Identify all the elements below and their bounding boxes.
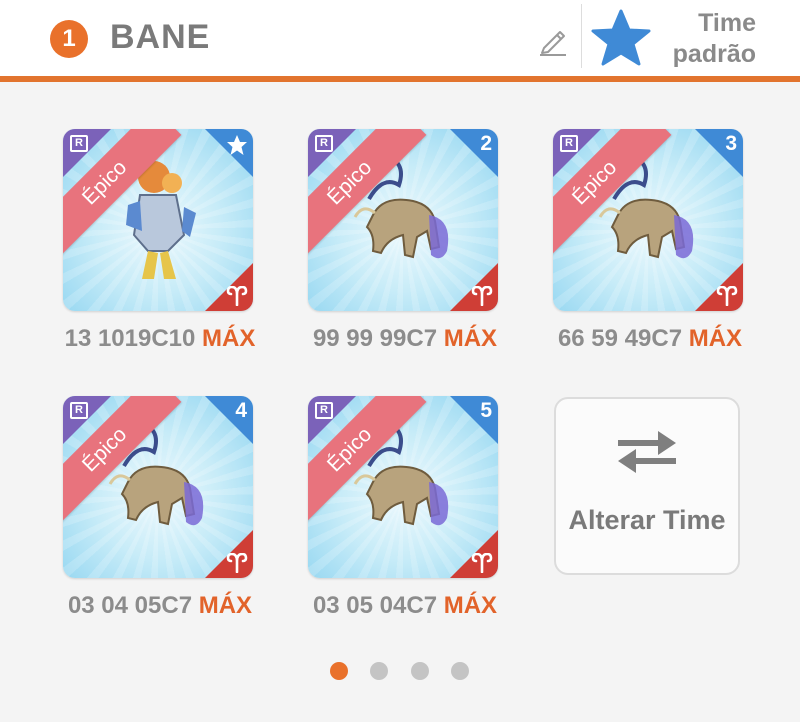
default-team-label[interactable]: Time padrão (673, 8, 756, 70)
rare-r-icon: R (315, 135, 333, 152)
default-team-label-line-2: padrão (672, 40, 756, 68)
slot-number: 2 (480, 132, 492, 155)
monster-card[interactable]: Épico R 5 (308, 396, 498, 578)
aries-element-icon (226, 553, 248, 573)
rare-r-icon: R (315, 402, 333, 419)
slot-number: 3 (725, 132, 737, 155)
default-team-star-icon[interactable] (590, 8, 652, 70)
rare-r-icon: R (70, 402, 88, 419)
switch-team-label: Alterar Time (568, 505, 726, 535)
header-divider (581, 4, 582, 68)
page-dot-1[interactable] (330, 662, 348, 680)
slot-number: 5 (480, 399, 492, 422)
monster-card[interactable]: Épico R 4 (63, 396, 253, 578)
team-header: 1 BANE Time padrão (0, 0, 800, 82)
default-team-label-line-1: Time (698, 9, 756, 37)
monster-levels: 03 04 05C7 MÁX (50, 592, 270, 620)
aries-element-icon (226, 286, 248, 306)
level-values: 66 59 49C7 (557, 325, 683, 352)
monster-levels: 13 1019C10 MÁX (50, 325, 270, 353)
aries-element-icon (716, 286, 738, 306)
monster-levels: 99 99 99C7 MÁX (295, 325, 515, 353)
level-values: 13 1019C10 (64, 325, 196, 352)
leader-star-icon (227, 135, 247, 155)
pencil-icon[interactable] (536, 22, 572, 58)
level-values: 03 05 04C7 (312, 592, 438, 619)
monster-card[interactable]: Épico R (63, 129, 253, 311)
level-values: 99 99 99C7 (312, 325, 438, 352)
monster-levels: 03 05 04C7 MÁX (295, 592, 515, 620)
monster-levels: 66 59 49C7 MÁX (540, 325, 760, 353)
page-dot-3[interactable] (411, 662, 429, 680)
page-indicator (330, 662, 470, 682)
page-dot-4[interactable] (451, 662, 469, 680)
aries-element-icon (471, 553, 493, 573)
max-label: MÁX (688, 325, 743, 352)
rare-r-icon: R (560, 135, 578, 152)
aries-element-icon (471, 286, 493, 306)
max-label: MÁX (443, 325, 498, 352)
monster-card[interactable]: Épico R 2 (308, 129, 498, 311)
rare-r-icon: R (70, 135, 88, 152)
monster-card[interactable]: Épico R 3 (553, 129, 743, 311)
team-number-badge: 1 (50, 20, 88, 58)
page-dot-2[interactable] (370, 662, 388, 680)
max-label: MÁX (198, 592, 253, 619)
max-label: MÁX (202, 325, 256, 352)
team-name: BANE (110, 18, 211, 56)
level-values: 03 04 05C7 (67, 592, 193, 619)
switch-team-button[interactable]: Alterar Time (554, 397, 740, 575)
swap-arrows-icon (618, 431, 676, 473)
max-label: MÁX (443, 592, 498, 619)
slot-number: 4 (235, 399, 247, 422)
